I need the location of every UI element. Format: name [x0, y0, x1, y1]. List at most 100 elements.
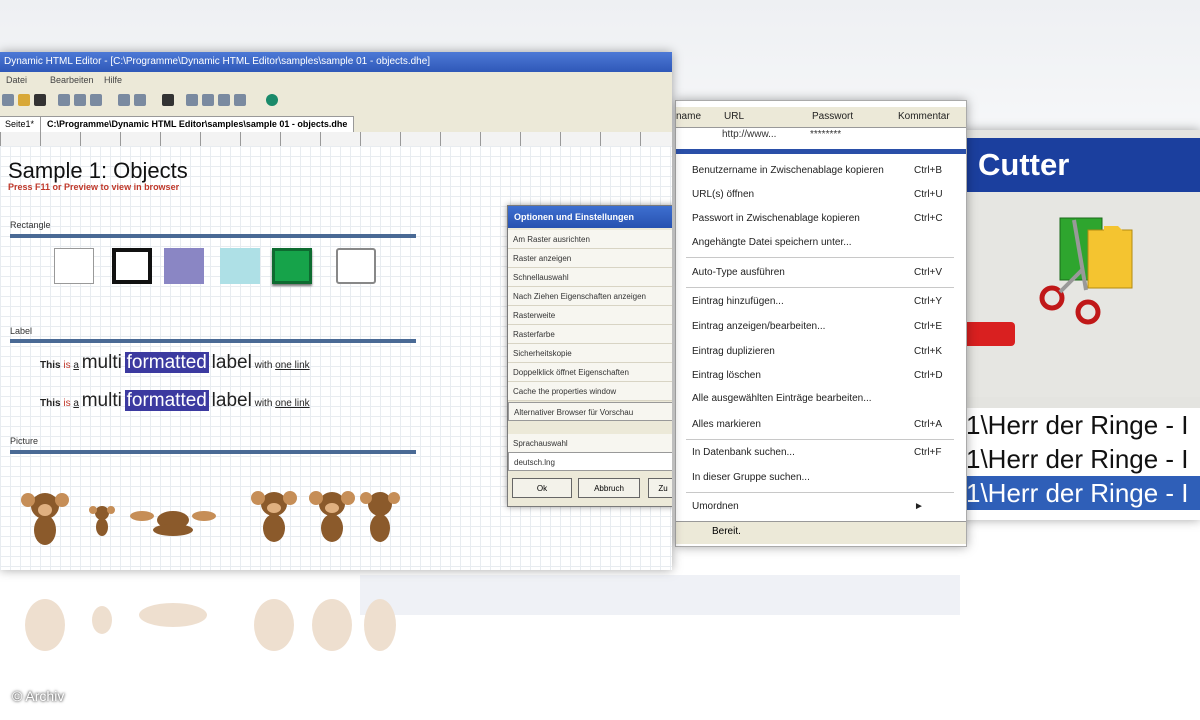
menu-item-save-attachment[interactable]: Angehängte Datei speichern unter...: [676, 231, 966, 255]
preview-globe-icon[interactable]: [266, 94, 278, 106]
redo-icon[interactable]: [134, 94, 146, 106]
label-link: one link: [275, 360, 310, 371]
option-item[interactable]: Sicherheitskopie: [508, 344, 672, 363]
status-bar: Bereit.: [676, 521, 966, 544]
menu-separator: [686, 492, 954, 493]
monkey-picture[interactable]: [306, 484, 358, 548]
tab-sample-file[interactable]: C:\Programme\Dynamic HTML Editor\samples…: [40, 116, 355, 132]
paste-icon[interactable]: [90, 94, 102, 106]
menu-item-copy-password[interactable]: Passwort in Zwischenablage kopieren Ctrl+…: [676, 207, 966, 231]
option-item[interactable]: Cache the properties window: [508, 382, 672, 401]
third-button[interactable]: Zu: [648, 478, 672, 498]
entry-url[interactable]: http://www...: [722, 129, 776, 140]
menu-separator: [686, 439, 954, 440]
list-item[interactable]: 1\Herr der Ringe - I: [960, 408, 1200, 442]
entry-password[interactable]: ********: [810, 129, 841, 140]
tool-icon[interactable]: [202, 94, 214, 106]
cancel-button[interactable]: Abbruch: [578, 478, 640, 498]
menu-edit[interactable]: Bearbeiten: [50, 75, 94, 85]
html-editor-window: Dynamic HTML Editor - [C:\Programme\Dyna…: [0, 52, 672, 570]
selected-entry-bar: [676, 149, 966, 154]
menu-item-add-entry[interactable]: Eintrag hinzufügen... Ctrl+Y: [676, 290, 966, 314]
undo-icon[interactable]: [118, 94, 130, 106]
column-name[interactable]: name: [676, 111, 701, 122]
password-context-window: name URL Passwort Kommentar http://www..…: [675, 100, 967, 547]
formatted-label[interactable]: This is a multi formatted label with one…: [40, 352, 310, 374]
option-item[interactable]: Raster anzeigen: [508, 249, 672, 268]
monkey-picture[interactable]: [248, 484, 300, 548]
menu-item-select-all[interactable]: Alles markieren Ctrl+A: [676, 413, 966, 437]
list-item-selected[interactable]: 1\Herr der Ringe - I: [960, 476, 1200, 510]
list-item[interactable]: 1\Herr der Ringe - I: [960, 442, 1200, 476]
column-password[interactable]: Passwort: [812, 111, 853, 122]
monkey-picture-wide[interactable]: [128, 504, 218, 538]
cutter-panel: [960, 192, 1200, 397]
page-heading[interactable]: Sample 1: Objects: [8, 158, 188, 184]
folder-scissors-icon: [1039, 217, 1133, 325]
copy-icon[interactable]: [74, 94, 86, 106]
options-dialog: Optionen und Einstellungen Am Raster aus…: [507, 205, 672, 507]
menu-item-rearrange[interactable]: Umordnen ►: [676, 495, 966, 519]
status-text: Bereit.: [712, 526, 741, 537]
monkey-picture[interactable]: [18, 484, 72, 554]
new-icon[interactable]: [2, 94, 14, 106]
monkey-picture-small[interactable]: [88, 502, 116, 538]
option-item[interactable]: Alternativer Browser für Vorschau: [508, 402, 672, 421]
language-input[interactable]: deutsch.lng: [508, 452, 672, 471]
ok-button[interactable]: Ok: [512, 478, 572, 498]
menu-item-search-database[interactable]: In Datenbank suchen... Ctrl+F: [676, 441, 966, 465]
menu-item-auto-type[interactable]: Auto-Type ausführen Ctrl+V: [676, 261, 966, 285]
option-item[interactable]: Rasterweite: [508, 306, 672, 325]
save-icon[interactable]: [34, 94, 46, 106]
save-all-icon[interactable]: [162, 94, 174, 106]
rectangle-rounded[interactable]: [336, 248, 376, 284]
language-field-label: Sprachauswahl: [508, 434, 672, 453]
tool-icon[interactable]: [218, 94, 230, 106]
cutter-red-button[interactable]: [960, 322, 1015, 346]
rectangle-lightblue[interactable]: [220, 248, 260, 284]
copyright-text: © Archiv: [12, 688, 65, 704]
preview-hint[interactable]: Press F11 or Preview to view in browser: [8, 182, 179, 192]
menu-separator: [686, 257, 954, 258]
menu-item-delete-entry[interactable]: Eintrag löschen Ctrl+D: [676, 364, 966, 388]
rectangle-black-border[interactable]: [112, 248, 152, 284]
cutter-file-list: 1\Herr der Ringe - I 1\Herr der Ringe - …: [960, 408, 1200, 520]
menu-item-open-url[interactable]: URL(s) öffnen Ctrl+U: [676, 183, 966, 207]
section-label-label[interactable]: Label: [10, 326, 32, 336]
option-item[interactable]: Nach Ziehen Eigenschaften anzeigen: [508, 287, 672, 306]
rectangle-purple[interactable]: [164, 248, 204, 284]
section-divider: [10, 339, 416, 343]
menu-item-search-group[interactable]: In dieser Gruppe suchen...: [676, 466, 966, 490]
reflection-graphic: [25, 575, 960, 651]
formatted-label[interactable]: This is a multi formatted label with one…: [40, 390, 310, 412]
rectangle-green[interactable]: [272, 248, 312, 284]
rectangle-white[interactable]: [54, 248, 94, 284]
submenu-arrow-icon: ►: [914, 501, 924, 512]
cutter-title: Cutter: [960, 138, 1200, 192]
menu-item-edit-entry[interactable]: Eintrag anzeigen/bearbeiten... Ctrl+E: [676, 315, 966, 339]
tool-icon[interactable]: [234, 94, 246, 106]
menu-item-copy-username[interactable]: Benutzername in Zwischenablage kopieren C…: [676, 159, 966, 183]
dialog-title: Optionen und Einstellungen: [508, 206, 672, 228]
editor-toolbar: [0, 88, 672, 115]
option-item[interactable]: Doppelklick öffnet Eigenschaften: [508, 363, 672, 382]
cut-icon[interactable]: [58, 94, 70, 106]
monkey-picture[interactable]: [360, 484, 400, 548]
section-divider: [10, 450, 416, 454]
option-item[interactable]: Schnellauswahl: [508, 268, 672, 287]
menu-item-edit-selected[interactable]: Alle ausgewählten Einträge bearbeiten...: [676, 387, 966, 411]
open-folder-icon[interactable]: [18, 94, 30, 106]
menu-help[interactable]: Hilfe: [104, 75, 122, 85]
menu-item-duplicate-entry[interactable]: Eintrag duplizieren Ctrl+K: [676, 340, 966, 364]
option-item[interactable]: Rasterfarbe: [508, 325, 672, 344]
column-url[interactable]: URL: [724, 111, 744, 122]
section-label-rectangle[interactable]: Rectangle: [10, 220, 51, 230]
menu-file[interactable]: Datei: [6, 75, 27, 85]
column-comment[interactable]: Kommentar: [898, 111, 950, 122]
tool-icon[interactable]: [186, 94, 198, 106]
tab-page1[interactable]: Seite1*: [0, 116, 42, 132]
cutter-window: Cutter 1\Herr der Ringe - I 1\Herr der R…: [960, 130, 1200, 520]
reflection: [0, 575, 960, 705]
option-item[interactable]: Am Raster ausrichten: [508, 230, 672, 249]
section-label-picture[interactable]: Picture: [10, 436, 38, 446]
